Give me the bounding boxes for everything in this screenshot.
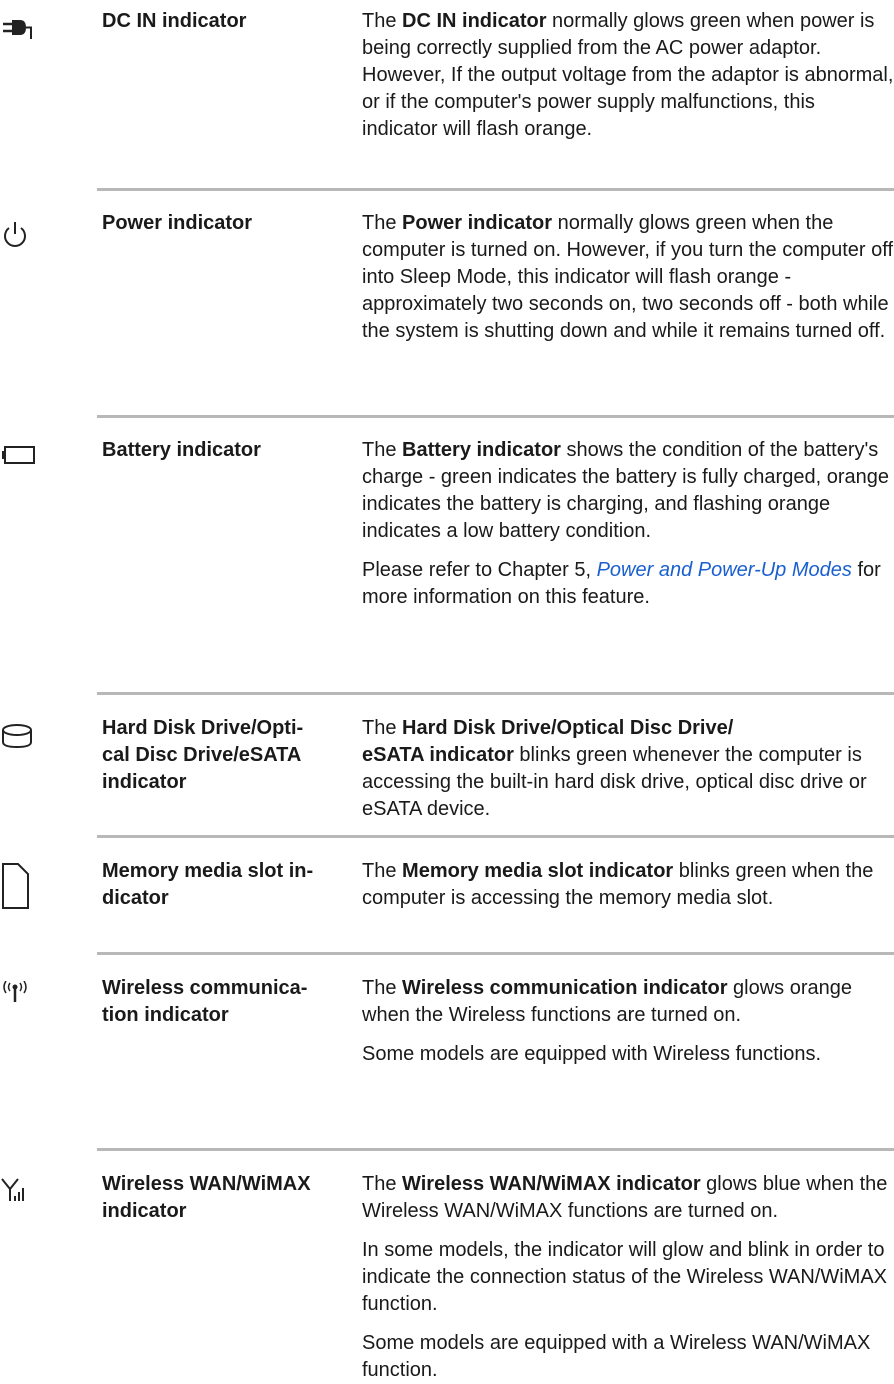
- row-divider: [97, 952, 894, 955]
- description-paragraph: The Power indicator normally glows green…: [362, 212, 894, 342]
- indicator-description: The DC IN indicator normally glows green…: [362, 8, 894, 143]
- chapter-link[interactable]: Power and Power-Up Modes: [597, 559, 852, 581]
- indicator-description: The Hard Disk Drive/Optical Disc Drive/e…: [362, 715, 894, 823]
- indicator-term: Battery indicator: [102, 439, 261, 461]
- indicator-term: Hard Disk Drive/Opti-cal Disc Drive/eSAT…: [102, 717, 304, 793]
- wireless-wan-icon: [0, 1177, 50, 1217]
- indicator-term: Memory media slot in-dicator: [102, 860, 314, 909]
- indicator-description: The Memory media slot indicator blinks g…: [362, 858, 894, 912]
- indicator-term: Power indicator: [102, 212, 253, 234]
- row-divider: [97, 188, 894, 191]
- power-icon: [0, 220, 50, 260]
- indicator-description: The Battery indicator shows the conditio…: [362, 437, 894, 611]
- indicator-description: The Wireless communication indicator glo…: [362, 975, 894, 1068]
- description-paragraph: The Wireless WAN/WiMAX indicator glows b…: [362, 1173, 888, 1222]
- indicator-description: The Wireless WAN/WiMAX indicator glows b…: [362, 1171, 894, 1384]
- description-paragraph: Please refer to Chapter 5, Power and Pow…: [362, 559, 881, 608]
- memory-card-icon: [0, 862, 50, 909]
- description-paragraph: The DC IN indicator normally glows green…: [362, 10, 894, 140]
- row-divider: [97, 835, 894, 838]
- indicator-description: The Power indicator normally glows green…: [362, 210, 894, 345]
- row-divider: [97, 692, 894, 695]
- wireless-icon: [0, 981, 50, 1021]
- hard-disk-icon: [0, 723, 50, 763]
- description-paragraph: The Memory media slot indicator blinks g…: [362, 860, 874, 909]
- indicator-term: Wireless WAN/WiMAX indicator: [102, 1173, 311, 1222]
- description-paragraph: Some models are equipped with a Wireless…: [362, 1332, 871, 1381]
- description-paragraph: The Hard Disk Drive/Optical Disc Drive/e…: [362, 717, 867, 820]
- description-paragraph: In some models, the indicator will glow …: [362, 1239, 888, 1315]
- battery-icon: [0, 445, 50, 485]
- indicator-table: DC IN indicator The DC IN indicator norm…: [0, 0, 894, 1381]
- dc-in-plug-icon: [0, 18, 50, 58]
- description-paragraph: Some models are equipped with Wireless f…: [362, 1043, 822, 1065]
- indicator-term: DC IN indicator: [102, 10, 247, 32]
- row-divider: [97, 1148, 894, 1151]
- description-paragraph: The Wireless communication indicator glo…: [362, 977, 853, 1026]
- description-paragraph: The Battery indicator shows the conditio…: [362, 439, 889, 542]
- row-divider: [97, 415, 894, 418]
- indicator-term: Wireless communica-tion indicator: [102, 977, 308, 1026]
